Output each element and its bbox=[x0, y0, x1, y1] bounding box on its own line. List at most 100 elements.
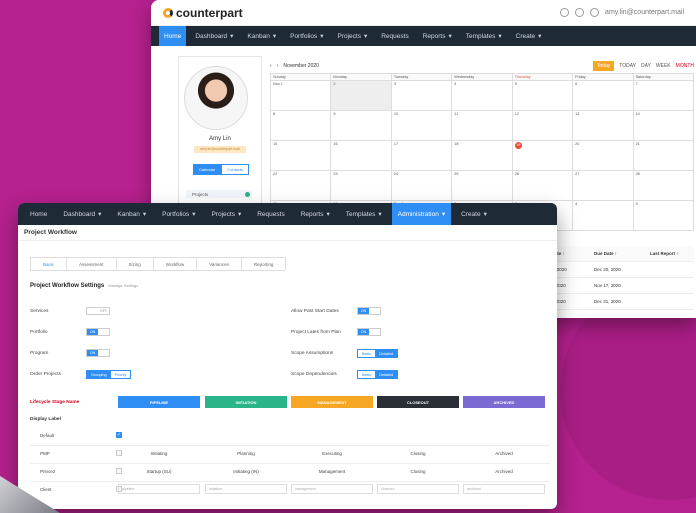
calendar-day-cell[interactable]: 28 bbox=[633, 171, 694, 201]
view-today[interactable]: TODAY bbox=[619, 63, 636, 69]
view-week[interactable]: WEEK bbox=[656, 63, 671, 69]
view-day[interactable]: DAY bbox=[641, 63, 651, 69]
nav-reports[interactable]: Reports ▾ bbox=[295, 203, 336, 225]
calendar-day-cell[interactable]: 21 bbox=[633, 141, 694, 171]
nav-requests[interactable]: Requests bbox=[251, 203, 290, 225]
calendar-day-cell[interactable]: 25 bbox=[452, 171, 513, 201]
calendar-day-cell[interactable]: 15 bbox=[271, 141, 332, 171]
scope-dependencies-detailed[interactable]: Detailed bbox=[375, 371, 398, 378]
nav-kanban[interactable]: Kanban ▾ bbox=[111, 203, 152, 225]
calendar-button[interactable]: Calendar bbox=[193, 164, 222, 175]
calendar-day-cell[interactable]: 13 bbox=[573, 111, 634, 141]
tab-assessment[interactable]: Assessment bbox=[66, 257, 117, 270]
calendar-day-cell[interactable]: Nov 1 bbox=[271, 81, 332, 111]
manage-settings-link[interactable]: Manage Settings bbox=[108, 283, 138, 288]
nav-kanban[interactable]: Kanban ▾ bbox=[242, 26, 281, 46]
logo-text: counterpart bbox=[176, 5, 243, 20]
calendar-day-cell[interactable]: 9 bbox=[331, 111, 392, 141]
table-header-cell[interactable]: Due Date ↑ bbox=[594, 251, 650, 256]
calendar-day-header: Friday bbox=[573, 74, 634, 81]
calendar-day-cell[interactable]: 2 bbox=[331, 81, 392, 111]
table-row[interactable]: Nov 10, 2020Dec 20, 2020 bbox=[534, 262, 694, 278]
calendar-day-number: 8 bbox=[273, 112, 276, 116]
nav-administration[interactable]: Administration ▾ bbox=[391, 203, 452, 225]
nav-portfolios[interactable]: Portfolios ▾ bbox=[156, 203, 201, 225]
lifecycle-stage-archived: ARCHIVED bbox=[463, 396, 545, 408]
calendar-day-cell[interactable]: 10 bbox=[391, 111, 453, 141]
nav-home[interactable]: Home bbox=[24, 203, 53, 225]
scope-assumptions-basic[interactable]: Basic bbox=[358, 350, 375, 357]
table-row[interactable]: Oct 31, 2020Nov 17, 2020 bbox=[534, 278, 694, 294]
nav-home[interactable]: Home bbox=[159, 26, 187, 46]
prev-icon[interactable]: ‹ bbox=[270, 63, 272, 69]
month-label[interactable]: November 2020 bbox=[283, 63, 319, 69]
calendar-day-cell[interactable]: 24 bbox=[391, 171, 453, 201]
calendar-day-cell[interactable]: 22 bbox=[271, 171, 332, 201]
user-email[interactable]: amy.lin@counterpart.mail bbox=[605, 9, 684, 16]
calendar-day-cell[interactable]: 3 bbox=[391, 81, 453, 111]
calendar-day-cell[interactable]: 4 bbox=[452, 81, 513, 111]
calendar-day-cell[interactable]: 8 bbox=[271, 111, 332, 141]
logo[interactable]: counterpart bbox=[163, 6, 243, 20]
nav-dashboard[interactable]: Dashboard ▾ bbox=[57, 203, 107, 225]
table-header-cell[interactable]: Last Report ↑ bbox=[650, 251, 694, 256]
table-row[interactable]: Oct 31, 2020Dec 31, 2020 bbox=[534, 294, 694, 310]
tab-reporting[interactable]: Reporting bbox=[240, 257, 287, 270]
default-checkbox[interactable]: ✓ bbox=[116, 432, 122, 438]
stage-label-input[interactable]: closeout bbox=[377, 484, 459, 494]
program-toggle[interactable]: ON bbox=[86, 349, 110, 357]
tab-workflow[interactable]: Workflow bbox=[152, 257, 198, 270]
calendar-day-cell[interactable]: 17 bbox=[391, 141, 453, 171]
nav-projects[interactable]: Projects ▾ bbox=[332, 26, 372, 46]
calendar-day-number: Nov 1 bbox=[273, 82, 283, 86]
calendar-day-cell[interactable]: 5 bbox=[512, 81, 574, 111]
order-grouping-option[interactable]: Grouping bbox=[87, 371, 111, 378]
calendar-day-cell[interactable]: 16 bbox=[331, 141, 392, 171]
allow-past-start-toggle[interactable]: ON bbox=[357, 307, 381, 315]
calendar-day-cell[interactable]: 19 bbox=[512, 141, 574, 171]
scope-assumptions-detailed[interactable]: Detailed bbox=[375, 350, 398, 357]
tab-basic[interactable]: Basic bbox=[30, 257, 68, 270]
calendar-day-cell[interactable]: 4 bbox=[573, 201, 634, 231]
calendar-day-header: Thursday bbox=[512, 74, 574, 81]
project-lates-toggle[interactable]: ON bbox=[357, 328, 381, 336]
nav-create[interactable]: Create ▾ bbox=[511, 26, 547, 46]
inbox-icon[interactable] bbox=[575, 8, 585, 17]
nav-dashboard[interactable]: Dashboard ▾ bbox=[190, 26, 238, 46]
help-icon[interactable] bbox=[590, 8, 600, 17]
tab-sizing[interactable]: Sizing bbox=[115, 257, 154, 270]
calendar-day-cell[interactable]: 27 bbox=[573, 171, 634, 201]
services-toggle[interactable]: OFF bbox=[86, 307, 110, 315]
scope-dependencies-basic[interactable]: Basic bbox=[358, 371, 375, 378]
nav-templates[interactable]: Templates ▾ bbox=[340, 203, 388, 225]
calendar-day-cell[interactable]: 5 bbox=[633, 201, 694, 231]
stage-label-input[interactable]: management bbox=[291, 484, 373, 494]
profile-link-projects[interactable]: Projects bbox=[186, 190, 252, 198]
calendar-day-cell[interactable]: 6 bbox=[573, 81, 634, 111]
order-priority-option[interactable]: Priority bbox=[111, 371, 131, 378]
calendar-day-cell[interactable]: 18 bbox=[452, 141, 513, 171]
view-month[interactable]: MONTH bbox=[676, 63, 694, 69]
stage-label-input[interactable]: archived bbox=[463, 484, 545, 494]
nav-reports[interactable]: Reports ▾ bbox=[418, 26, 457, 46]
nav-portfolios[interactable]: Portfolios ▾ bbox=[285, 26, 328, 46]
nav-requests[interactable]: Requests bbox=[376, 26, 413, 46]
calendar-day-cell[interactable]: 7 bbox=[633, 81, 694, 111]
next-icon[interactable]: › bbox=[277, 63, 279, 69]
portfolio-toggle[interactable]: ON bbox=[86, 328, 110, 336]
search-icon[interactable] bbox=[560, 8, 570, 17]
nav-templates[interactable]: Templates ▾ bbox=[461, 26, 507, 46]
calendar-day-cell[interactable]: 14 bbox=[633, 111, 694, 141]
nav-projects[interactable]: Projects ▾ bbox=[205, 203, 247, 225]
calendar-day-cell[interactable]: 26 bbox=[512, 171, 574, 201]
calendar-day-cell[interactable]: 23 bbox=[331, 171, 392, 201]
stage-label-input[interactable]: pipeline bbox=[118, 484, 200, 494]
calendar-day-cell[interactable]: 20 bbox=[573, 141, 634, 171]
calendar-day-cell[interactable]: 11 bbox=[452, 111, 513, 141]
contacts-button[interactable]: Contacts bbox=[221, 164, 250, 175]
today-button[interactable]: Today bbox=[592, 60, 615, 71]
stage-label-input[interactable]: initiation bbox=[205, 484, 287, 494]
tab-variances[interactable]: Variances bbox=[196, 257, 242, 270]
calendar-day-cell[interactable]: 12 bbox=[512, 111, 574, 141]
nav-create[interactable]: Create ▾ bbox=[455, 203, 493, 225]
